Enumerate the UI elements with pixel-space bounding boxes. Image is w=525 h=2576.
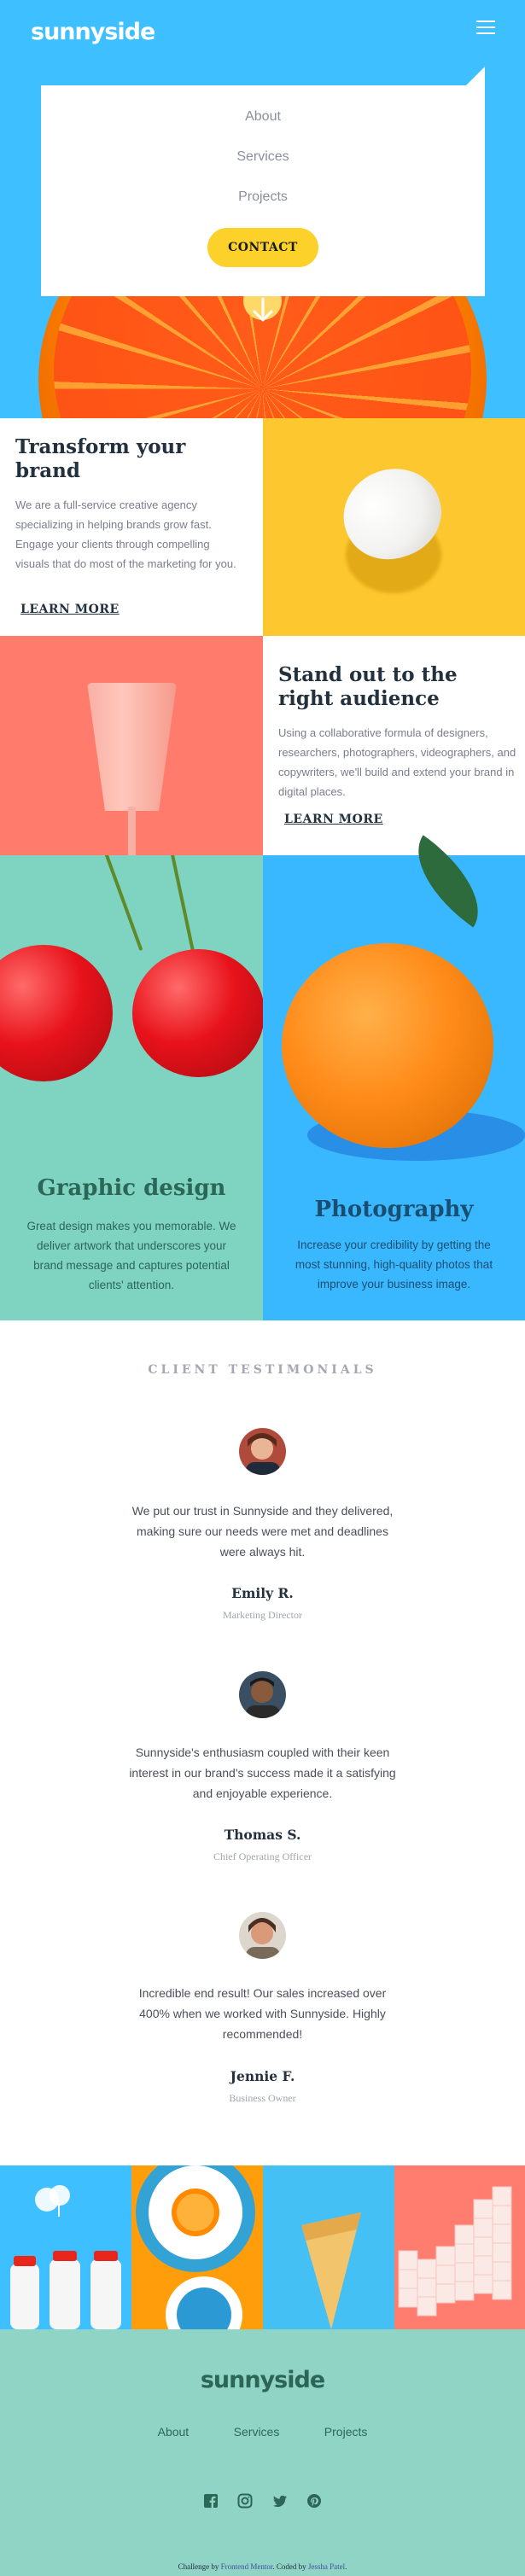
tile-title: Photography bbox=[314, 1197, 474, 1222]
testimonial-name: Emily R. bbox=[231, 1585, 294, 1601]
learn-more-label: LEARN MORE bbox=[284, 813, 383, 826]
avatar bbox=[239, 1912, 286, 1959]
testimonial-role: Marketing Director bbox=[223, 1609, 302, 1621]
footer-link-about[interactable]: About bbox=[158, 2425, 190, 2439]
hero-section: sunnyside About Services Projects CONTAC… bbox=[0, 0, 525, 418]
testimonial-quote: Incredible end result! Our sales increas… bbox=[138, 1986, 387, 2041]
learn-more-label: LEARN MORE bbox=[20, 603, 120, 616]
gallery-sugar-cubes bbox=[394, 2165, 525, 2329]
testimonial-role: Business Owner bbox=[229, 2092, 296, 2104]
footer-nav: About Services Projects bbox=[0, 2425, 525, 2440]
feature-title: Stand out to the right audience bbox=[278, 663, 458, 710]
cherry-stem bbox=[104, 855, 143, 952]
testimonial-name: Thomas S. bbox=[224, 1827, 301, 1843]
mobile-menu: About Services Projects CONTACT bbox=[41, 67, 485, 296]
twitter-icon[interactable] bbox=[272, 2493, 288, 2509]
cherry-right bbox=[132, 949, 263, 1077]
footer: sunnyside About Services Projects Challe… bbox=[0, 2329, 525, 2576]
gallery-ice-cream-cone bbox=[263, 2165, 394, 2329]
learn-more-link[interactable]: LEARN MORE bbox=[283, 813, 385, 826]
logo[interactable]: sunnyside bbox=[31, 19, 155, 45]
glass-stem bbox=[128, 807, 136, 855]
frontend-mentor-link[interactable]: Frontend Mentor bbox=[221, 2562, 273, 2571]
tile-body: Great design makes you memorable. We del… bbox=[26, 1220, 236, 1291]
nav-item-services[interactable]: Services bbox=[41, 149, 485, 165]
nav-item-projects[interactable]: Projects bbox=[41, 189, 485, 205]
testimonial-role: Chief Operating Officer bbox=[213, 1850, 312, 1862]
nav-item-about[interactable]: About bbox=[41, 109, 485, 125]
attribution-prefix: Challenge by bbox=[178, 2562, 219, 2571]
author-link[interactable]: Jessha Patel bbox=[308, 2562, 345, 2571]
testimonials-heading: CLIENT TESTIMONIALS bbox=[148, 1363, 377, 1377]
instagram-icon[interactable] bbox=[237, 2493, 253, 2509]
attribution: Challenge by Frontend Mentor. Coded by J… bbox=[0, 2562, 525, 2571]
avatar bbox=[239, 1671, 286, 1718]
feature-title: Transform your brand bbox=[15, 435, 186, 482]
tile-title: Graphic design bbox=[37, 1175, 226, 1201]
learn-more-link[interactable]: LEARN MORE bbox=[19, 603, 121, 616]
graphic-design-tile: Graphic design Great design makes you me… bbox=[0, 855, 263, 1320]
pinterest-icon[interactable] bbox=[306, 2493, 322, 2509]
feature-stand-out: Stand out to the right audience Using a … bbox=[263, 636, 525, 855]
attribution-suffix: . bbox=[345, 2562, 347, 2571]
testimonial-quote: We put our trust in Sunnyside and they d… bbox=[131, 1504, 394, 1559]
avatar bbox=[239, 1428, 286, 1475]
footer-link-projects[interactable]: Projects bbox=[324, 2425, 368, 2439]
feature-body: Using a collaborative formula of designe… bbox=[278, 726, 516, 798]
footer-logo[interactable]: sunnyside bbox=[0, 2367, 525, 2393]
attribution-middle: . Coded by bbox=[272, 2562, 306, 2571]
testimonial-quote: Sunnyside's enthusiasm coupled with thei… bbox=[129, 1746, 396, 1800]
gallery-milk-bottles bbox=[0, 2165, 131, 2329]
feature-body: We are a full-service creative agency sp… bbox=[15, 498, 236, 570]
footer-link-services[interactable]: Services bbox=[234, 2425, 280, 2439]
contact-button[interactable]: CONTACT bbox=[207, 228, 318, 267]
hamburger-icon[interactable] bbox=[476, 20, 495, 34]
orange-image bbox=[282, 943, 493, 1148]
testimonial-name: Jennie F. bbox=[230, 2068, 295, 2084]
feature-transform: Transform your brand We are a full-servi… bbox=[0, 418, 263, 636]
cherry-left bbox=[0, 945, 113, 1081]
social-links bbox=[0, 2493, 525, 2509]
gallery-orange-plate bbox=[131, 2165, 263, 2329]
facebook-icon[interactable] bbox=[203, 2493, 219, 2509]
arrow-down-icon[interactable] bbox=[252, 297, 274, 323]
tile-body: Increase your credibility by getting the… bbox=[295, 1238, 493, 1291]
